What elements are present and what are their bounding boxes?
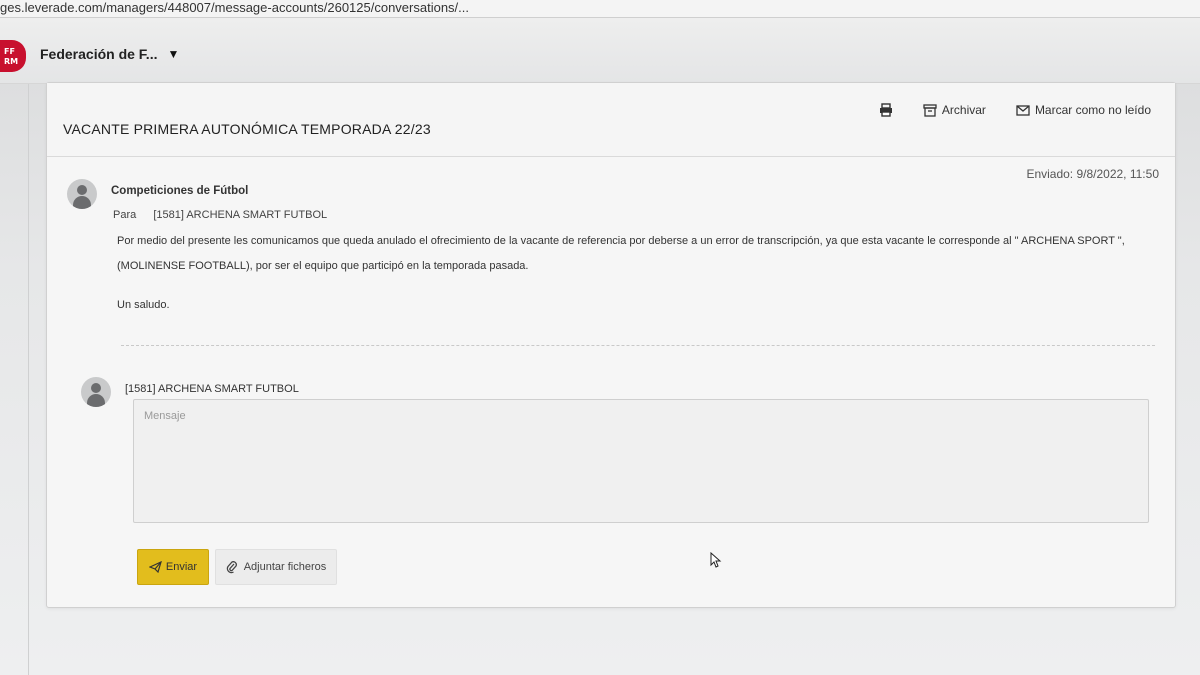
print-button[interactable] [879,103,893,117]
conversation-card: VACANTE PRIMERA AUTONÓMICA TEMPORADA 22/… [46,82,1176,608]
organization-selector[interactable]: Federación de F... ▼ [40,46,179,62]
envelope-icon [1016,104,1030,116]
svg-text:FF: FF [4,47,15,56]
organization-name: Federación de F... [40,46,158,62]
message-input[interactable] [133,399,1149,523]
sender-name: Competiciones de Fútbol [111,185,249,197]
paper-plane-icon [148,561,162,573]
to-label: Para [113,209,137,221]
sent-timestamp: Enviado: 9/8/2022, 11:50 [1026,167,1159,181]
conversation-subject: VACANTE PRIMERA AUTONÓMICA TEMPORADA 22/… [63,121,431,137]
message-closing: Un saludo. [117,299,170,311]
mark-unread-button[interactable]: Marcar como no leído [1016,103,1151,117]
attach-files-button[interactable]: Adjuntar ficheros [215,549,337,585]
archive-icon [923,103,937,117]
conversation-actions: Archivar Marcar como no leído [879,103,1151,117]
mark-unread-label: Marcar como no leído [1034,103,1151,117]
federation-logo-icon[interactable]: FF RM [0,40,26,72]
message-body: Por medio del presente les comunicamos q… [117,229,1157,332]
dashed-divider [121,345,1155,346]
paperclip-icon [226,560,237,573]
printer-icon [879,103,892,117]
attach-label: Adjuntar ficheros [243,561,327,573]
caret-down-icon: ▼ [167,47,180,61]
message-paragraph: Por medio del presente les comunicamos q… [117,235,1125,272]
svg-text:RM: RM [4,57,18,66]
sender-avatar-icon [67,179,97,209]
archive-button[interactable]: Archivar [923,103,986,117]
url-text: ges.leverade.com/managers/448007/message… [0,0,470,15]
send-button[interactable]: Enviar [137,549,209,585]
mouse-cursor-icon [710,552,722,568]
top-navbar: FF RM Federación de F... ▼ [0,18,1200,84]
reply-avatar-icon [81,377,111,407]
reply-sender-name: [1581] ARCHENA SMART FUTBOL [125,383,299,395]
send-label: Enviar [165,561,198,573]
recipient-name: [1581] ARCHENA SMART FUTBOL [153,209,328,221]
conversation-header: VACANTE PRIMERA AUTONÓMICA TEMPORADA 22/… [47,83,1175,157]
url-bar[interactable]: ges.leverade.com/managers/448007/message… [0,0,1200,18]
recipient-line: Para [1581] ARCHENA SMART FUTBOL [113,209,327,221]
archive-label: Archivar [941,103,986,117]
sidebar-edge [28,84,29,675]
